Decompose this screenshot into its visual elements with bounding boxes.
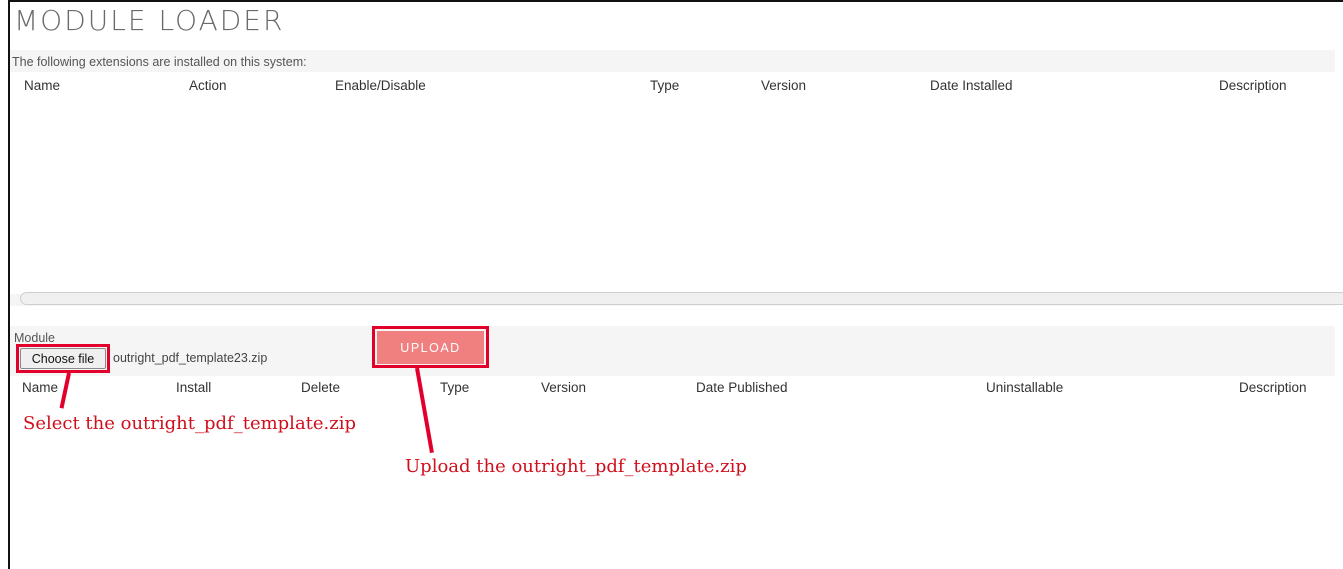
col-header-uninstallable[interactable]: Uninstallable (986, 380, 1063, 395)
col-header-type-2[interactable]: Type (440, 380, 469, 395)
installed-table: Name Action Enable/Disable Type Version … (10, 72, 1335, 294)
col-header-type[interactable]: Type (650, 78, 679, 93)
col-header-date-installed[interactable]: Date Installed (930, 78, 1013, 93)
col-header-install[interactable]: Install (176, 380, 211, 395)
col-header-enable-disable[interactable]: Enable/Disable (335, 78, 426, 93)
choose-file-highlight (16, 344, 110, 373)
select-annotation: Select the outright_pdf_template.zip (23, 413, 357, 434)
installed-caption: The following extensions are installed o… (12, 55, 307, 69)
page-title: MODULE LOADER (14, 4, 285, 37)
selected-file-name: outright_pdf_template23.zip (113, 351, 268, 365)
upload-annotation: Upload the outright_pdf_template.zip (405, 456, 747, 477)
col-header-action[interactable]: Action (189, 78, 227, 93)
col-header-version-2[interactable]: Version (541, 380, 586, 395)
col-header-description[interactable]: Description (1219, 78, 1287, 93)
col-header-name-2[interactable]: Name (22, 380, 58, 395)
module-label: Module (14, 331, 55, 345)
col-header-date-published[interactable]: Date Published (696, 380, 788, 395)
col-header-name[interactable]: Name (24, 78, 60, 93)
horizontal-scrollbar[interactable] (20, 292, 1343, 305)
upload-highlight (372, 326, 489, 368)
col-header-delete[interactable]: Delete (301, 380, 340, 395)
col-header-version[interactable]: Version (761, 78, 806, 93)
col-header-description-2[interactable]: Description (1239, 380, 1307, 395)
